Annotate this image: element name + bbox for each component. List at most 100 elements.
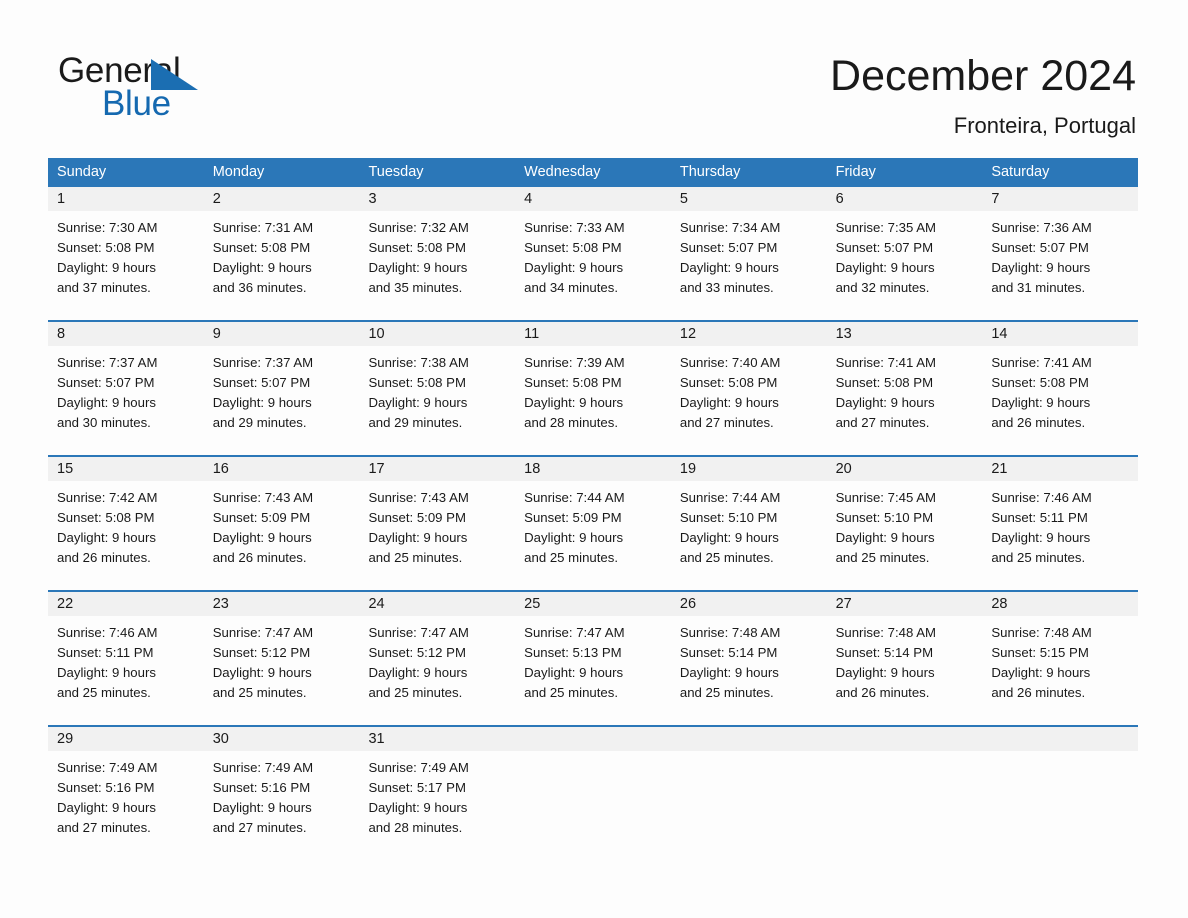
calendar-day-cell[interactable]: 13 Sunrise: 7:41 AM Sunset: 5:08 PM Dayligh… [826,322,983,455]
day-daylight-line1-text: Daylight: 9 hours [835,395,935,410]
day-daylight-line1-text: Daylight: 9 hours [368,395,468,410]
calendar-day-cell-empty [826,727,983,860]
day-header-sunday: Sunday [57,164,107,180]
day-details: Sunrise: 7:35 AM Sunset: 5:07 PM Daylight:… [827,211,983,298]
calendar-day-cell[interactable]: 2 Sunrise: 7:31 AM Sunset: 5:08 PM Daylight… [203,187,360,320]
day-header-wednesday: Wednesday [524,164,601,180]
day-daylight-line1-text: Daylight: 9 hours [679,530,779,545]
day-daylight-line2-text: and 25 minutes. [212,685,307,700]
day-header-tuesday: Tuesday [368,164,424,180]
calendar-day-cell[interactable]: 15 Sunrise: 7:42 AM Sunset: 5:08 PM Dayligh… [48,457,204,590]
day-number: 7 [982,187,1139,211]
day-daylight-line1-text: Daylight: 9 hours [57,800,156,815]
day-sunset-text: Sunset: 5:08 PM [524,375,622,390]
day-daylight-line2-text: and 25 minutes. [524,685,618,700]
day-sunrise-text: Sunrise: 7:37 AM [212,355,314,370]
calendar-day-cell[interactable]: 6 Sunrise: 7:35 AM Sunset: 5:07 PM Daylight… [826,187,983,320]
calendar-week-row: 29 Sunrise: 7:49 AM Sunset: 5:16 PM Dayligh… [48,725,1139,860]
day-number [826,727,983,751]
day-sunrise-text: Sunrise: 7:43 AM [368,490,469,505]
calendar-day-cell[interactable]: 20 Sunrise: 7:45 AM Sunset: 5:10 PM Dayligh… [826,457,983,590]
calendar-day-cell[interactable]: 21 Sunrise: 7:46 AM Sunset: 5:11 PM Dayligh… [982,457,1139,590]
day-sunset-text: Sunset: 5:10 PM [835,510,934,525]
day-sunrise-text: Sunrise: 7:47 AM [212,625,314,640]
day-details: Sunrise: 7:45 AM Sunset: 5:10 PM Daylight:… [827,481,983,568]
calendar-day-cell[interactable]: 24 Sunrise: 7:47 AM Sunset: 5:12 PM Dayligh… [359,592,516,725]
calendar-day-cell[interactable]: 16 Sunrise: 7:43 AM Sunset: 5:09 PM Dayligh… [203,457,360,590]
calendar-day-cell[interactable]: 30 Sunrise: 7:49 AM Sunset: 5:16 PM Dayligh… [203,727,360,860]
day-sunrise-text: Sunrise: 7:49 AM [212,760,314,775]
calendar-day-cell-empty [515,727,671,860]
day-details: Sunrise: 7:38 AM Sunset: 5:08 PM Daylight:… [359,346,515,433]
day-number: 19 [670,457,827,481]
day-number: 5 [670,187,827,211]
calendar-day-cell[interactable]: 5 Sunrise: 7:34 AM Sunset: 5:07 PM Daylight… [670,187,827,320]
page-header: General Blue December 2024 Fronteira, Po… [0,0,1188,150]
day-sunrise-text: Sunrise: 7:36 AM [991,220,1092,235]
calendar-day-cell[interactable]: 11 Sunrise: 7:39 AM Sunset: 5:08 PM Dayligh… [515,322,671,455]
day-daylight-line1-text: Daylight: 9 hours [57,665,156,680]
calendar-weeks: 1 Sunrise: 7:30 AM Sunset: 5:08 PM Daylight… [48,187,1139,860]
calendar-day-cell[interactable]: 8 Sunrise: 7:37 AM Sunset: 5:07 PM Daylight… [48,322,204,455]
day-daylight-line2-text: and 26 minutes. [991,685,1086,700]
calendar-day-cell[interactable]: 10 Sunrise: 7:38 AM Sunset: 5:08 PM Dayligh… [359,322,516,455]
day-sunset-text: Sunset: 5:09 PM [368,510,466,525]
day-sunset-text: Sunset: 5:14 PM [835,645,934,660]
day-daylight-line2-text: and 31 minutes. [991,280,1086,295]
calendar-day-cell[interactable]: 12 Sunrise: 7:40 AM Sunset: 5:08 PM Dayligh… [670,322,827,455]
calendar-day-cell[interactable]: 4 Sunrise: 7:33 AM Sunset: 5:08 PM Daylight… [515,187,671,320]
day-daylight-line1-text: Daylight: 9 hours [835,260,935,275]
calendar-week-row: 22 Sunrise: 7:46 AM Sunset: 5:11 PM Dayligh… [48,590,1139,725]
calendar-day-cell[interactable]: 7 Sunrise: 7:36 AM Sunset: 5:07 PM Daylight… [982,187,1139,320]
calendar-day-cell[interactable]: 18 Sunrise: 7:44 AM Sunset: 5:09 PM Dayligh… [515,457,671,590]
day-number: 16 [203,457,360,481]
day-details: Sunrise: 7:47 AM Sunset: 5:12 PM Daylight:… [359,616,515,703]
calendar-day-cell[interactable]: 3 Sunrise: 7:32 AM Sunset: 5:08 PM Daylight… [359,187,516,320]
calendar-day-cell[interactable]: 1 Sunrise: 7:30 AM Sunset: 5:08 PM Daylight… [48,187,204,320]
calendar-day-cell[interactable]: 22 Sunrise: 7:46 AM Sunset: 5:11 PM Dayligh… [48,592,204,725]
day-daylight-line1-text: Daylight: 9 hours [57,530,156,545]
day-daylight-line2-text: and 32 minutes. [835,280,930,295]
day-details: Sunrise: 7:33 AM Sunset: 5:08 PM Daylight:… [515,211,671,298]
calendar-day-cell[interactable]: 27 Sunrise: 7:48 AM Sunset: 5:14 PM Dayligh… [826,592,983,725]
day-sunset-text: Sunset: 5:07 PM [991,240,1089,255]
day-sunset-text: Sunset: 5:08 PM [524,240,622,255]
calendar-day-cell[interactable]: 17 Sunrise: 7:43 AM Sunset: 5:09 PM Dayligh… [359,457,516,590]
calendar-day-cell[interactable]: 31 Sunrise: 7:49 AM Sunset: 5:17 PM Dayligh… [359,727,516,860]
calendar-day-cell[interactable]: 29 Sunrise: 7:49 AM Sunset: 5:16 PM Dayligh… [48,727,204,860]
day-daylight-line1-text: Daylight: 9 hours [57,395,156,410]
day-details: Sunrise: 7:49 AM Sunset: 5:16 PM Daylight:… [204,751,360,838]
day-number [982,727,1139,751]
day-number: 9 [203,322,360,346]
day-number: 21 [982,457,1139,481]
calendar-day-cell[interactable]: 25 Sunrise: 7:47 AM Sunset: 5:13 PM Dayligh… [515,592,671,725]
day-daylight-line1-text: Daylight: 9 hours [679,260,779,275]
calendar-day-cell[interactable]: 9 Sunrise: 7:37 AM Sunset: 5:07 PM Daylight… [203,322,360,455]
calendar-day-cell[interactable]: 28 Sunrise: 7:48 AM Sunset: 5:15 PM Dayligh… [982,592,1139,725]
day-number: 18 [515,457,671,481]
day-sunset-text: Sunset: 5:08 PM [835,375,934,390]
day-number: 22 [48,592,204,616]
calendar-day-cell[interactable]: 23 Sunrise: 7:47 AM Sunset: 5:12 PM Dayligh… [203,592,360,725]
calendar-day-cell[interactable]: 14 Sunrise: 7:41 AM Sunset: 5:08 PM Dayligh… [982,322,1139,455]
day-header-friday: Friday [835,164,876,180]
calendar-week-row: 1 Sunrise: 7:30 AM Sunset: 5:08 PM Daylight… [48,187,1139,320]
day-sunrise-text: Sunrise: 7:41 AM [835,355,937,370]
day-daylight-line1-text: Daylight: 9 hours [835,665,935,680]
logo-text-blue: Blue [102,84,171,123]
day-number: 30 [203,727,360,751]
calendar-day-cell[interactable]: 26 Sunrise: 7:48 AM Sunset: 5:14 PM Dayligh… [670,592,827,725]
day-sunset-text: Sunset: 5:12 PM [368,645,466,660]
day-daylight-line2-text: and 37 minutes. [57,280,151,295]
day-daylight-line2-text: and 26 minutes. [835,685,930,700]
calendar-day-cell[interactable]: 19 Sunrise: 7:44 AM Sunset: 5:10 PM Dayligh… [670,457,827,590]
day-number: 14 [982,322,1139,346]
day-daylight-line1-text: Daylight: 9 hours [524,395,624,410]
day-daylight-line2-text: and 28 minutes. [524,415,618,430]
day-details: Sunrise: 7:49 AM Sunset: 5:17 PM Daylight:… [359,751,515,838]
day-daylight-line2-text: and 26 minutes. [57,550,151,565]
day-daylight-line2-text: and 25 minutes. [679,685,774,700]
day-sunset-text: Sunset: 5:08 PM [57,240,155,255]
day-daylight-line1-text: Daylight: 9 hours [679,395,779,410]
day-sunset-text: Sunset: 5:10 PM [679,510,778,525]
